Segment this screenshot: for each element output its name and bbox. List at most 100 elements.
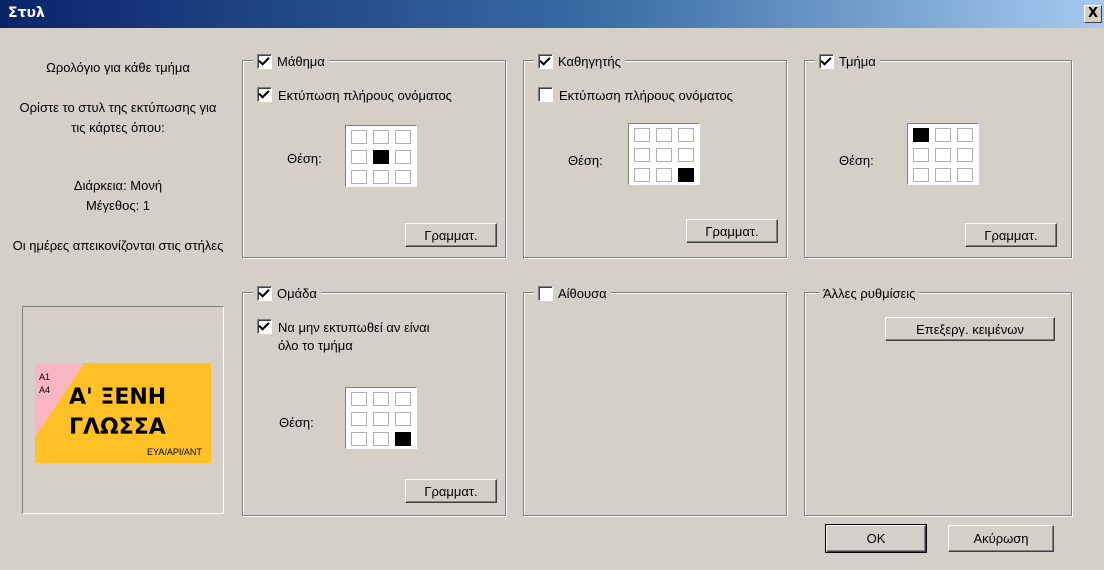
cancel-button[interactable]: Ακύρωση (948, 525, 1054, 552)
info-duration: Διάρκεια: Μονή (73, 178, 163, 193)
position-cell[interactable] (957, 128, 973, 142)
teacher-checkbox[interactable] (538, 53, 553, 69)
team-hide-label-line2: όλο το τμήμα (278, 338, 353, 353)
close-icon: X (1087, 6, 1099, 21)
preview-card: A1 A4 Α' ΞΕΝΗ ΓΛΩΣΣΑ ΕΥΑ/ΑΡΙ/ΑΝΤ (35, 363, 211, 463)
teacher-font-button[interactable]: Γραμματ. (686, 219, 778, 243)
position-cell[interactable] (351, 392, 367, 406)
team-hide-option[interactable]: Να μην εκτυπωθεί αν είναι όλο το τμήμα (257, 319, 430, 355)
card-code-a1: A1 (39, 372, 51, 382)
position-cell[interactable] (351, 130, 367, 144)
room-group: Αίθουσα (523, 283, 787, 516)
info-days: Οι ημέρες απεικονίζονται στις στήλες (12, 238, 224, 253)
position-cell[interactable] (678, 168, 694, 182)
position-cell[interactable] (957, 168, 973, 182)
class-group: Τμήμα Θέση: Γραμματ. (804, 51, 1072, 258)
team-hide-checkbox[interactable] (257, 319, 272, 334)
subject-position-label: Θέση: (287, 151, 322, 166)
team-position-grid[interactable] (345, 387, 417, 449)
card-subject: Α' ΞΕΝΗ ΓΛΩΣΣΑ (69, 383, 166, 443)
title-bar: Στυλ X (0, 0, 1104, 28)
room-checkbox[interactable] (538, 285, 553, 301)
subject-label: Μάθημα (277, 53, 325, 69)
card-teacher-codes: ΕΥΑ/ΑΡΙ/ΑΝΤ (147, 447, 202, 457)
position-cell[interactable] (373, 392, 389, 406)
position-cell[interactable] (395, 412, 411, 426)
position-cell[interactable] (935, 168, 951, 182)
position-cell[interactable] (373, 432, 389, 446)
position-cell[interactable] (935, 148, 951, 162)
other-settings-legend: Άλλες ρυθμίσεις (819, 283, 920, 303)
teacher-fullname-option[interactable]: Εκτύπωση πλήρους ονόματος (538, 87, 733, 105)
position-cell[interactable] (395, 392, 411, 406)
team-font-button[interactable]: Γραμματ. (405, 479, 497, 503)
subject-fullname-option[interactable]: Εκτύπωση πλήρους ονόματος (257, 87, 452, 105)
card-code-a4: A4 (39, 385, 51, 395)
team-label: Ομάδα (277, 285, 317, 301)
teacher-group: Καθηγητής Εκτύπωση πλήρους ονόματος Θέση… (523, 51, 787, 258)
position-cell[interactable] (395, 432, 411, 446)
room-toggle[interactable]: Αίθουσα (534, 283, 611, 303)
class-position-label: Θέση: (839, 153, 874, 168)
position-cell[interactable] (395, 170, 411, 184)
position-cell[interactable] (913, 128, 929, 142)
class-checkbox[interactable] (819, 53, 834, 69)
position-cell[interactable] (656, 168, 672, 182)
subject-font-button[interactable]: Γραμματ. (405, 223, 497, 247)
position-cell[interactable] (373, 412, 389, 426)
position-cell[interactable] (913, 148, 929, 162)
teacher-position-label: Θέση: (568, 153, 603, 168)
teacher-fullname-label: Εκτύπωση πλήρους ονόματος (559, 88, 733, 103)
class-label: Τμήμα (839, 53, 876, 69)
teacher-label: Καθηγητής (558, 53, 621, 69)
position-cell[interactable] (935, 128, 951, 142)
position-cell[interactable] (351, 150, 367, 164)
position-cell[interactable] (957, 148, 973, 162)
team-hide-label: Να μην εκτυπωθεί αν είναι όλο το τμήμα (278, 319, 430, 355)
card-subject-line1: Α' ΞΕΝΗ (69, 385, 167, 410)
position-cell[interactable] (656, 128, 672, 142)
position-cell[interactable] (373, 170, 389, 184)
class-font-button[interactable]: Γραμματ. (965, 223, 1057, 247)
position-cell[interactable] (678, 128, 694, 142)
subject-fullname-label: Εκτύπωση πλήρους ονόματος (278, 88, 452, 103)
ok-button[interactable]: OK (825, 524, 927, 553)
room-label: Αίθουσα (558, 285, 607, 301)
position-cell[interactable] (351, 432, 367, 446)
teacher-fullname-checkbox[interactable] (538, 87, 553, 102)
class-toggle[interactable]: Τμήμα (815, 51, 880, 71)
other-settings-label: Άλλες ρυθμίσεις (823, 285, 916, 301)
card-codes: A1 A4 (39, 371, 50, 397)
position-cell[interactable] (678, 148, 694, 162)
team-position-label: Θέση: (279, 415, 314, 430)
subject-group: Μάθημα Εκτύπωση πλήρους ονόματος Θέση: Γ… (242, 51, 506, 258)
position-cell[interactable] (634, 148, 650, 162)
info-title: Ωρολόγιο για κάθε τμήμα (46, 60, 190, 75)
card-preview: A1 A4 Α' ΞΕΝΗ ΓΛΩΣΣΑ ΕΥΑ/ΑΡΙ/ΑΝΤ (22, 306, 224, 514)
teacher-toggle[interactable]: Καθηγητής (534, 51, 625, 71)
position-cell[interactable] (351, 170, 367, 184)
close-button[interactable]: X (1084, 5, 1102, 23)
subject-position-grid[interactable] (345, 125, 417, 187)
position-cell[interactable] (373, 150, 389, 164)
team-toggle[interactable]: Ομάδα (253, 283, 321, 303)
position-cell[interactable] (351, 412, 367, 426)
class-position-grid[interactable] (907, 123, 979, 185)
position-cell[interactable] (913, 168, 929, 182)
teacher-position-grid[interactable] (628, 123, 700, 185)
team-checkbox[interactable] (257, 285, 272, 301)
info-description: Ορίστε το στυλ της εκτύπωσης για τις κάρ… (19, 100, 217, 135)
position-cell[interactable] (395, 150, 411, 164)
subject-toggle[interactable]: Μάθημα (253, 51, 329, 71)
subject-checkbox[interactable] (257, 53, 272, 69)
other-settings-group: Άλλες ρυθμίσεις Επεξεργ. κειμένων (804, 283, 1072, 516)
team-group: Ομάδα Να μην εκτυπωθεί αν είναι όλο το τ… (242, 283, 506, 516)
edit-texts-button[interactable]: Επεξεργ. κειμένων (885, 317, 1055, 341)
card-subject-line2: ΓΛΩΣΣΑ (69, 415, 166, 440)
position-cell[interactable] (373, 130, 389, 144)
position-cell[interactable] (634, 168, 650, 182)
position-cell[interactable] (395, 130, 411, 144)
position-cell[interactable] (634, 128, 650, 142)
position-cell[interactable] (656, 148, 672, 162)
subject-fullname-checkbox[interactable] (257, 87, 272, 102)
